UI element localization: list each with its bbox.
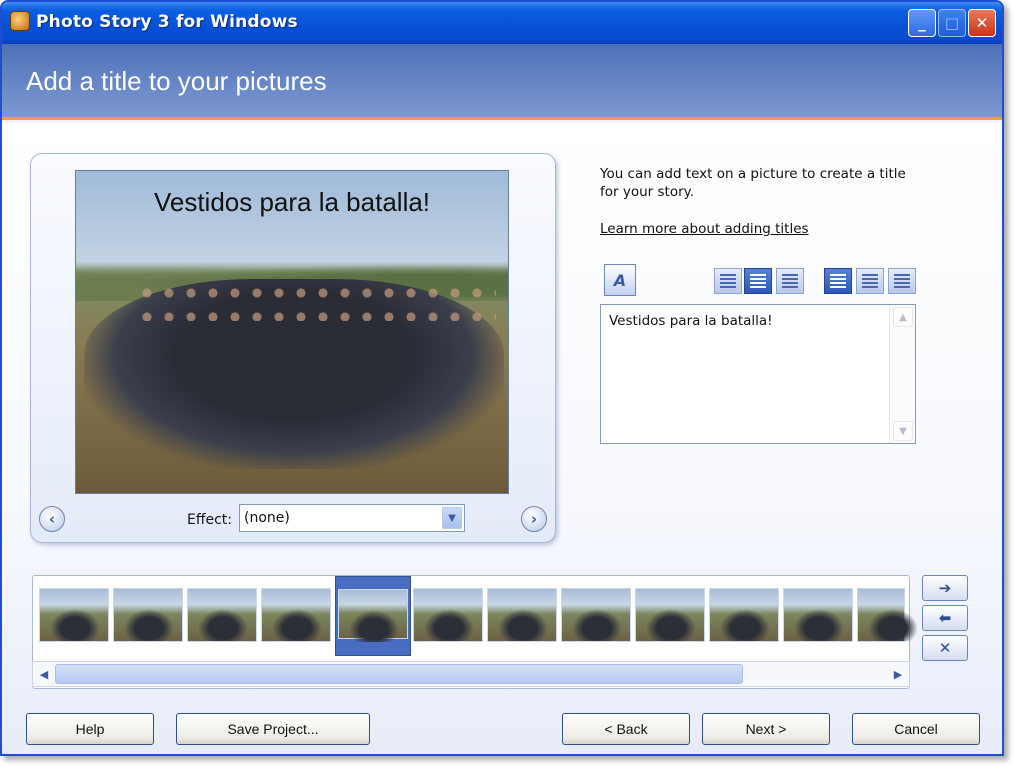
filmstrip-thumb[interactable] — [187, 588, 257, 642]
scroll-right-icon[interactable]: ▶ — [888, 664, 908, 684]
filmstrip-thumb[interactable] — [783, 588, 853, 642]
filmstrip-thumb[interactable] — [857, 588, 918, 642]
page-header: Add a title to your pictures — [2, 44, 1002, 120]
scroll-up-icon[interactable]: ▲ — [893, 307, 913, 327]
filmstrip-thumb[interactable] — [561, 588, 631, 642]
arrow-left-icon[interactable]: ⬅ — [922, 605, 968, 631]
filmstrip-thumb-image — [338, 589, 408, 642]
filmstrip-thumb[interactable] — [39, 588, 109, 642]
scroll-thumb[interactable] — [55, 664, 743, 684]
maximize-button[interactable]: □ — [938, 9, 966, 37]
title-bar[interactable]: Photo Story 3 for Windows _ □ ✕ — [2, 2, 1002, 44]
app-window: Photo Story 3 for Windows _ □ ✕ Add a ti… — [0, 0, 1004, 756]
filmstrip-thumb[interactable] — [261, 588, 331, 642]
filmstrip-thumb[interactable] — [635, 588, 705, 642]
preview-photo: Vestidos para la batalla! — [75, 170, 509, 494]
help-button[interactable]: Help — [26, 713, 154, 745]
scroll-down-icon[interactable]: ▼ — [893, 421, 913, 441]
scroll-left-icon[interactable]: ◀ — [34, 664, 54, 684]
valign-top-icon[interactable] — [824, 268, 852, 294]
effect-dropdown[interactable]: (none) ▼ — [239, 504, 465, 532]
page-title: Add a title to your pictures — [26, 66, 327, 96]
title-text-value: Vestidos para la batalla! — [609, 313, 773, 329]
align-right-icon[interactable] — [776, 268, 804, 294]
next-button[interactable]: Next > — [702, 713, 830, 745]
filmstrip-thumb[interactable] — [709, 588, 779, 642]
title-text-input[interactable]: Vestidos para la batalla! ▲ ▼ — [600, 304, 916, 444]
delete-icon[interactable]: ✕ — [922, 635, 968, 661]
save-project-button[interactable]: Save Project... — [176, 713, 370, 745]
photo-title-overlay: Vestidos para la batalla! — [153, 187, 431, 217]
title-scrollbar[interactable]: ▲ ▼ — [889, 305, 915, 443]
filmstrip-thumb-selected[interactable] — [335, 576, 411, 656]
next-picture-button[interactable]: › — [521, 506, 547, 532]
align-left-icon[interactable] — [714, 268, 742, 294]
preview-panel: Vestidos para la batalla! ‹ Effect: (non… — [30, 153, 556, 543]
app-icon — [10, 11, 30, 31]
filmstrip-thumb[interactable] — [113, 588, 183, 642]
align-center-icon[interactable] — [744, 268, 772, 294]
previous-picture-button[interactable]: ‹ — [39, 506, 65, 532]
font-icon[interactable]: A — [604, 264, 636, 296]
filmstrip-scrollbar[interactable]: ◀ ▶ — [32, 661, 910, 687]
filmstrip-thumb[interactable] — [487, 588, 557, 642]
effect-label: Effect: — [187, 512, 233, 528]
instructions-text: You can add text on a picture to create … — [600, 166, 906, 200]
valign-middle-icon[interactable] — [856, 268, 884, 294]
chevron-down-icon[interactable]: ▼ — [442, 507, 462, 529]
minimize-button[interactable]: _ — [908, 9, 936, 37]
valign-bottom-icon[interactable] — [888, 268, 916, 294]
back-button[interactable]: < Back — [562, 713, 690, 745]
learn-more-link[interactable]: Learn more about adding titles — [600, 221, 809, 237]
window-title: Photo Story 3 for Windows — [36, 12, 298, 32]
filmstrip-thumb[interactable] — [413, 588, 483, 642]
arrow-right-icon[interactable]: ➔ — [922, 575, 968, 601]
close-button[interactable]: ✕ — [968, 9, 996, 37]
main-content: Vestidos para la batalla! ‹ Effect: (non… — [2, 123, 1002, 754]
photo-faces — [136, 281, 496, 321]
cancel-button[interactable]: Cancel — [852, 713, 980, 745]
effect-value: (none) — [244, 510, 290, 526]
